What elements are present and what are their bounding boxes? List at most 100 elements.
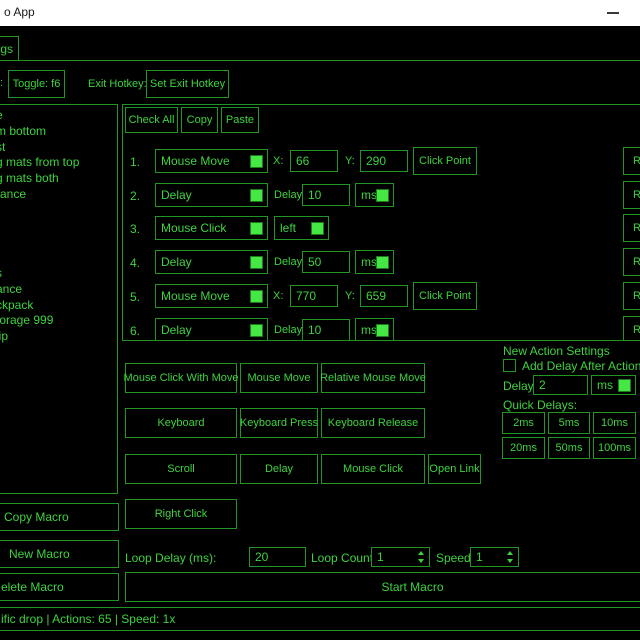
add-action-label: Keyboard bbox=[157, 417, 204, 429]
action-row: 6. Delay Delay ms R bbox=[123, 316, 640, 341]
row-number: 1. bbox=[130, 155, 140, 169]
remove-button[interactable]: R bbox=[623, 147, 640, 175]
add-keyboard-press-button[interactable]: Keyboard Press bbox=[240, 408, 318, 438]
macro-list-item[interactable]: m bottom bbox=[0, 124, 117, 140]
tab-settings[interactable]: gs bbox=[0, 36, 19, 61]
start-macro-label: Start Macro bbox=[381, 580, 443, 594]
macro-list-item[interactable] bbox=[0, 250, 117, 266]
action-type-dropdown[interactable]: Delay bbox=[155, 318, 268, 341]
add-delay-button[interactable]: Delay bbox=[240, 454, 318, 484]
macro-list-item[interactable]: ance bbox=[0, 282, 117, 298]
check-all-button[interactable]: Check All bbox=[125, 107, 178, 133]
action-type-dropdown[interactable]: Delay bbox=[155, 250, 268, 274]
macro-list-item[interactable]: s bbox=[0, 266, 117, 282]
toggle-hotkey-button[interactable]: Toggle: f6 bbox=[8, 70, 65, 98]
delete-macro-button[interactable]: elete Macro bbox=[0, 573, 119, 601]
macro-list-item[interactable]: g mats both bbox=[0, 171, 117, 187]
macro-list-item[interactable]: rance bbox=[0, 187, 117, 203]
x-input[interactable] bbox=[290, 150, 338, 172]
stepper-arrows-icon[interactable] bbox=[506, 551, 514, 563]
speed-stepper[interactable]: 1 bbox=[470, 547, 519, 567]
macro-list-item[interactable]: e bbox=[0, 108, 117, 124]
status-text: ific drop | Actions: 65 | Speed: 1x bbox=[1, 612, 175, 626]
remove-label: R bbox=[633, 256, 640, 268]
minimize-button[interactable] bbox=[600, 0, 626, 26]
x-label: X: bbox=[273, 155, 283, 167]
loop-count-stepper[interactable]: 1 bbox=[371, 547, 430, 567]
quick-delay-20ms-button[interactable]: 20ms bbox=[502, 437, 545, 459]
delay-input[interactable] bbox=[302, 319, 350, 341]
quick-delay-50ms-button[interactable]: 50ms bbox=[548, 437, 590, 459]
delay-unit-dropdown[interactable]: ms bbox=[355, 318, 394, 341]
add-scroll-button[interactable]: Scroll bbox=[125, 454, 237, 484]
macro-list-item[interactable]: g mats from top bbox=[0, 155, 117, 171]
macro-list-item[interactable]: ckpack bbox=[0, 298, 117, 314]
delay-unit-value: ms bbox=[361, 255, 377, 269]
set-exit-hotkey-button[interactable]: Set Exit Hotkey bbox=[146, 70, 229, 98]
add-keyboard-button[interactable]: Keyboard bbox=[125, 408, 237, 438]
add-mouse-move-button[interactable]: Mouse Move bbox=[240, 363, 318, 393]
macro-list[interactable]: e m bottom st g mats from top g mats bot… bbox=[0, 104, 118, 494]
action-type-dropdown[interactable]: Mouse Move bbox=[155, 149, 268, 173]
mouse-button-dropdown[interactable]: left bbox=[274, 216, 329, 240]
add-open-link-button[interactable]: Open Link bbox=[428, 454, 481, 484]
remove-button[interactable]: R bbox=[623, 248, 640, 276]
quick-delay-2ms-button[interactable]: 2ms bbox=[502, 412, 545, 434]
copy-macro-label: Copy Macro bbox=[4, 510, 69, 524]
remove-button[interactable]: R bbox=[623, 214, 640, 242]
copy-button[interactable]: Copy bbox=[181, 107, 218, 133]
new-macro-button[interactable]: New Macro bbox=[0, 540, 119, 568]
remove-button[interactable]: R bbox=[623, 316, 640, 341]
add-right-click-button[interactable]: Right Click bbox=[125, 499, 237, 529]
action-type-dropdown[interactable]: Delay bbox=[155, 183, 268, 207]
dropdown-indicator-icon bbox=[250, 324, 263, 337]
click-point-button[interactable]: Click Point bbox=[413, 282, 477, 310]
remove-label: R bbox=[633, 290, 640, 302]
delay-input[interactable] bbox=[302, 184, 350, 206]
remove-button[interactable]: R bbox=[623, 282, 640, 310]
add-delay-after-action-checkbox[interactable] bbox=[503, 359, 516, 372]
click-point-button[interactable]: Click Point bbox=[413, 147, 477, 175]
add-action-label: Right Click bbox=[155, 508, 208, 520]
delay-unit-dropdown[interactable]: ms bbox=[355, 250, 394, 274]
macro-list-item[interactable] bbox=[0, 219, 117, 235]
delay-unit-dropdown[interactable]: ms bbox=[355, 183, 394, 207]
action-type-dropdown[interactable]: Mouse Click bbox=[155, 216, 268, 240]
copy-label: Copy bbox=[187, 114, 213, 126]
quick-delay-10ms-button[interactable]: 10ms bbox=[593, 412, 636, 434]
toggle-hotkey-label-fragment: : bbox=[0, 77, 3, 89]
add-action-label: Mouse Click bbox=[343, 463, 403, 475]
delay-label: Delay bbox=[274, 256, 302, 268]
quick-delay-label: 50ms bbox=[556, 442, 583, 454]
add-keyboard-release-button[interactable]: Keyboard Release bbox=[321, 408, 425, 438]
start-macro-button[interactable]: Start Macro bbox=[125, 572, 640, 602]
paste-button[interactable]: Paste bbox=[221, 107, 259, 133]
new-action-unit-dropdown[interactable]: ms bbox=[591, 375, 636, 395]
window-title: o App bbox=[4, 5, 35, 19]
add-action-label: Relative Mouse Move bbox=[320, 372, 426, 384]
quick-delay-100ms-button[interactable]: 100ms bbox=[593, 437, 636, 459]
stepper-arrows-icon[interactable] bbox=[417, 551, 425, 563]
loop-delay-input[interactable] bbox=[249, 547, 306, 567]
copy-macro-button[interactable]: Copy Macro bbox=[0, 503, 119, 531]
y-input[interactable] bbox=[360, 285, 408, 307]
x-input[interactable] bbox=[290, 285, 338, 307]
macro-list-item[interactable]: torage 999 bbox=[0, 313, 117, 329]
add-action-label: Delay bbox=[265, 463, 293, 475]
add-mouse-click-button[interactable]: Mouse Click bbox=[321, 454, 425, 484]
add-relative-mouse-move-button[interactable]: Relative Mouse Move bbox=[321, 363, 425, 393]
remove-button[interactable]: R bbox=[623, 181, 640, 209]
y-input[interactable] bbox=[360, 150, 408, 172]
delay-input[interactable] bbox=[302, 251, 350, 273]
quick-delay-label: 2ms bbox=[513, 417, 534, 429]
action-type-value: Mouse Click bbox=[161, 221, 226, 235]
quick-delay-5ms-button[interactable]: 5ms bbox=[548, 412, 590, 434]
macro-list-item[interactable] bbox=[0, 234, 117, 250]
action-type-dropdown[interactable]: Mouse Move bbox=[155, 284, 268, 308]
macro-list-item[interactable]: st bbox=[0, 140, 117, 156]
macro-list-item[interactable] bbox=[0, 203, 117, 219]
macro-list-item[interactable]: lip bbox=[0, 329, 117, 345]
click-point-label: Click Point bbox=[419, 290, 471, 302]
new-action-delay-input[interactable] bbox=[533, 375, 588, 395]
add-mouse-click-with-move-button[interactable]: Mouse Click With Move bbox=[125, 363, 237, 393]
